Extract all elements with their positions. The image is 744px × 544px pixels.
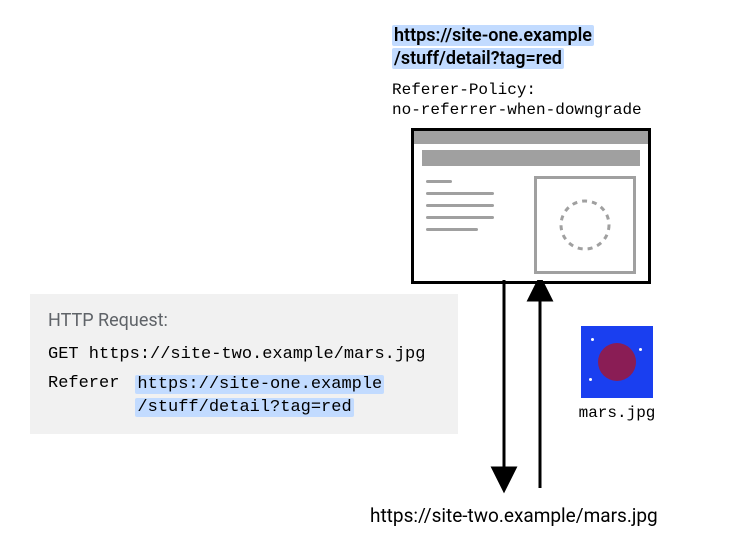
http-referer-value: https://site-one.example /stuff/detail?t… (135, 374, 384, 420)
http-referer-label: Referer (48, 374, 119, 393)
browser-text-placeholder (426, 180, 494, 240)
browser-titlebar (414, 131, 648, 144)
page-url-line1: https://site-one.example (392, 25, 594, 46)
diagram-stage: https://site-one.example /stuff/detail?t… (0, 0, 744, 544)
referrer-policy-label: Referer-Policy: no-referrer-when-downgra… (392, 80, 642, 120)
image-placeholder-icon (534, 176, 636, 274)
http-request-line: GET https://site-two.example/mars.jpg (48, 345, 440, 364)
policy-line2: no-referrer-when-downgrade (392, 101, 642, 119)
browser-content (414, 172, 648, 180)
browser-icon (411, 128, 651, 284)
http-referer-value-line2: /stuff/detail?tag=red (135, 398, 353, 417)
page-url-line2: /stuff/detail?tag=red (392, 48, 564, 69)
resource-url-label: https://site-two.example/mars.jpg (370, 504, 658, 527)
http-referer-row: Referer https://site-one.example /stuff/… (48, 374, 440, 420)
mars-image-caption: mars.jpg (571, 404, 663, 422)
http-request-title: HTTP Request: (48, 310, 440, 331)
policy-line1: Referer-Policy: (392, 81, 536, 99)
browser-urlbar (422, 150, 640, 166)
http-request-box: HTTP Request: GET https://site-two.examp… (30, 294, 458, 434)
mars-image-icon (581, 326, 653, 398)
http-referer-value-line1: https://site-one.example (135, 375, 384, 394)
page-url-label: https://site-one.example /stuff/detail?t… (392, 24, 594, 71)
request-response-arrows-icon (482, 280, 562, 496)
